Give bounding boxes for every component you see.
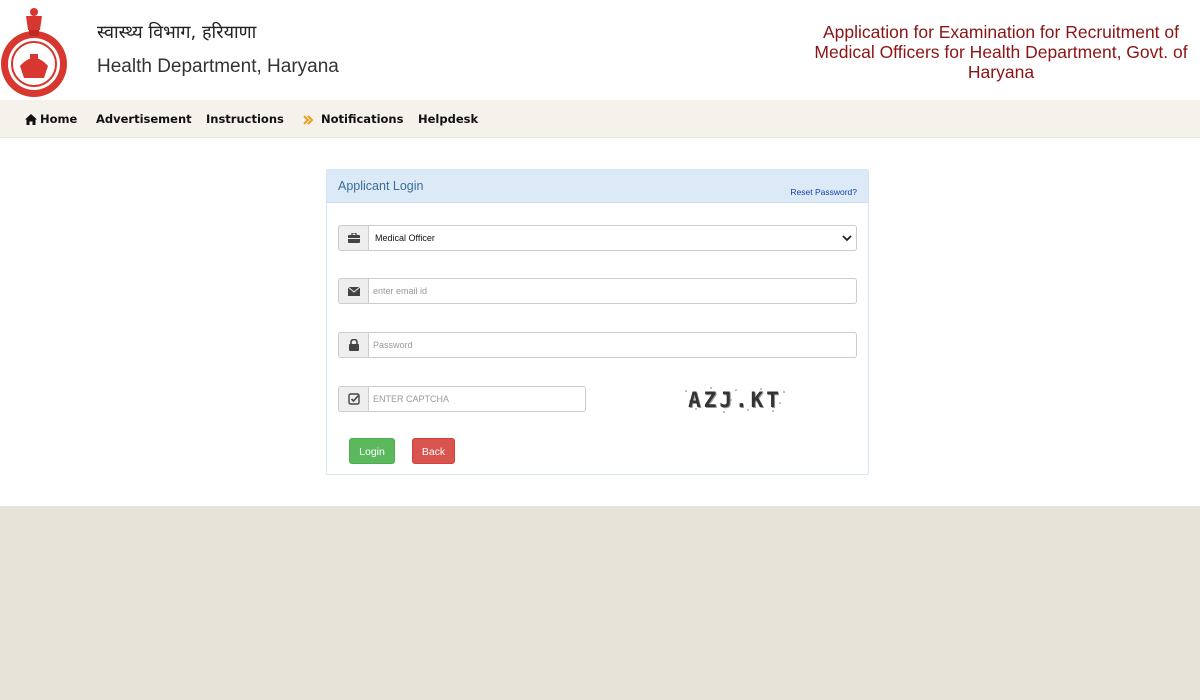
briefcase-icon <box>347 233 360 243</box>
captcha-field[interactable] <box>368 386 586 412</box>
captcha-text: AZJ.KT <box>688 388 782 412</box>
login-button[interactable]: Login <box>349 438 395 464</box>
haryana-emblem-icon <box>1 8 67 97</box>
nav-instructions-label: Instructions <box>206 112 284 126</box>
panel-heading: Applicant Login Reset Password? <box>327 170 868 203</box>
application-title: Application for Examination for Recruitm… <box>814 22 1188 82</box>
post-select-group: Medical Officer <box>338 225 857 251</box>
nav-advertisement[interactable]: Advertisement <box>96 100 192 138</box>
panel-title: Applicant Login <box>338 179 424 193</box>
hindi-department-title: स्वास्थ्य विभाग, हरियाणा <box>97 22 257 43</box>
chevron-down-icon <box>842 235 852 242</box>
post-select-addon <box>338 225 368 251</box>
email-addon <box>338 278 368 304</box>
captcha-group <box>338 386 586 412</box>
post-select-value: Medical Officer <box>375 233 435 243</box>
nav-helpdesk[interactable]: Helpdesk <box>418 100 478 138</box>
password-field[interactable] <box>368 332 857 358</box>
home-icon <box>25 114 37 125</box>
password-addon <box>338 332 368 358</box>
reset-password-link[interactable]: Reset Password? <box>790 187 857 197</box>
double-chevron-right-icon <box>303 114 314 125</box>
nav-helpdesk-label: Helpdesk <box>418 112 479 126</box>
department-title: Health Department, Haryana <box>97 56 339 77</box>
nav-home[interactable]: Home <box>25 100 77 138</box>
captcha-image: AZJ.KT <box>676 383 794 417</box>
nav-instructions[interactable]: Instructions <box>206 100 284 138</box>
lock-icon <box>348 339 359 351</box>
main-navbar: Home Advertisement Instructions Notifica… <box>0 100 1200 138</box>
email-group <box>338 278 857 304</box>
password-group <box>338 332 857 358</box>
nav-advertisement-label: Advertisement <box>96 112 192 126</box>
email-field[interactable] <box>368 278 857 304</box>
nav-notifications[interactable]: Notifications <box>303 100 403 138</box>
nav-notifications-label: Notifications <box>321 112 404 126</box>
back-button[interactable]: Back <box>412 438 455 464</box>
captcha-addon <box>338 386 368 412</box>
site-header: स्वास्थ्य विभाग, हरियाणा Health Departme… <box>0 0 1200 100</box>
post-select[interactable]: Medical Officer <box>368 225 857 251</box>
envelope-icon <box>347 286 360 296</box>
nav-home-label: Home <box>40 112 78 126</box>
check-square-icon <box>347 393 360 405</box>
applicant-login-panel: Applicant Login Reset Password? Medical … <box>326 169 869 475</box>
